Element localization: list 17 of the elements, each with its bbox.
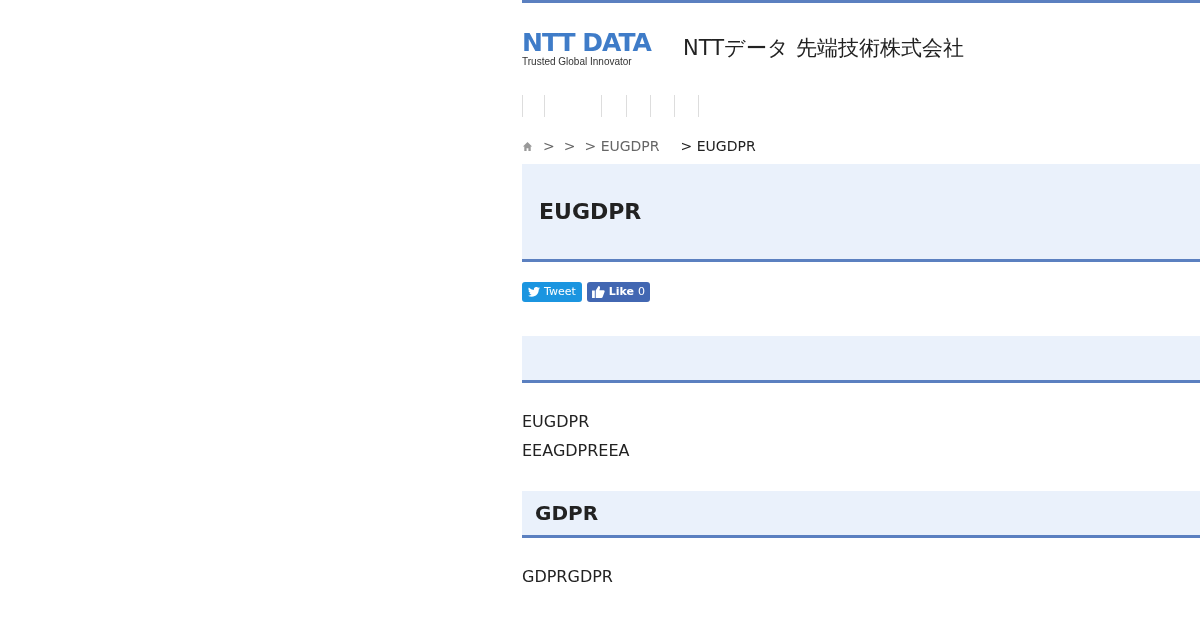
thumbs-up-icon: [591, 286, 605, 298]
breadcrumb-link[interactable]: >: [563, 135, 576, 157]
breadcrumb-current: > EUGDPR: [680, 136, 756, 156]
tweet-button[interactable]: Tweet: [522, 282, 582, 302]
page-title: EUGDPR: [539, 198, 642, 226]
paragraph: EUGDPR: [522, 411, 591, 433]
logo-tagline: Trusted Global Innovator: [522, 56, 633, 68]
paragraph: EEAGDPREEA: [522, 440, 631, 462]
home-icon[interactable]: [522, 140, 533, 152]
breadcrumb-link[interactable]: > EUGDPR: [584, 135, 660, 157]
like-button[interactable]: Like 0: [586, 282, 650, 302]
company-name: NTTデータ 先端技術株式会社: [683, 35, 964, 63]
bird-icon: [528, 287, 540, 297]
paragraph: GDPRGDPR: [522, 566, 614, 588]
section-heading: GDPR: [535, 500, 599, 527]
breadcrumb-link[interactable]: >: [543, 135, 555, 157]
logo-wordmark: NTT DATA: [522, 30, 653, 56]
